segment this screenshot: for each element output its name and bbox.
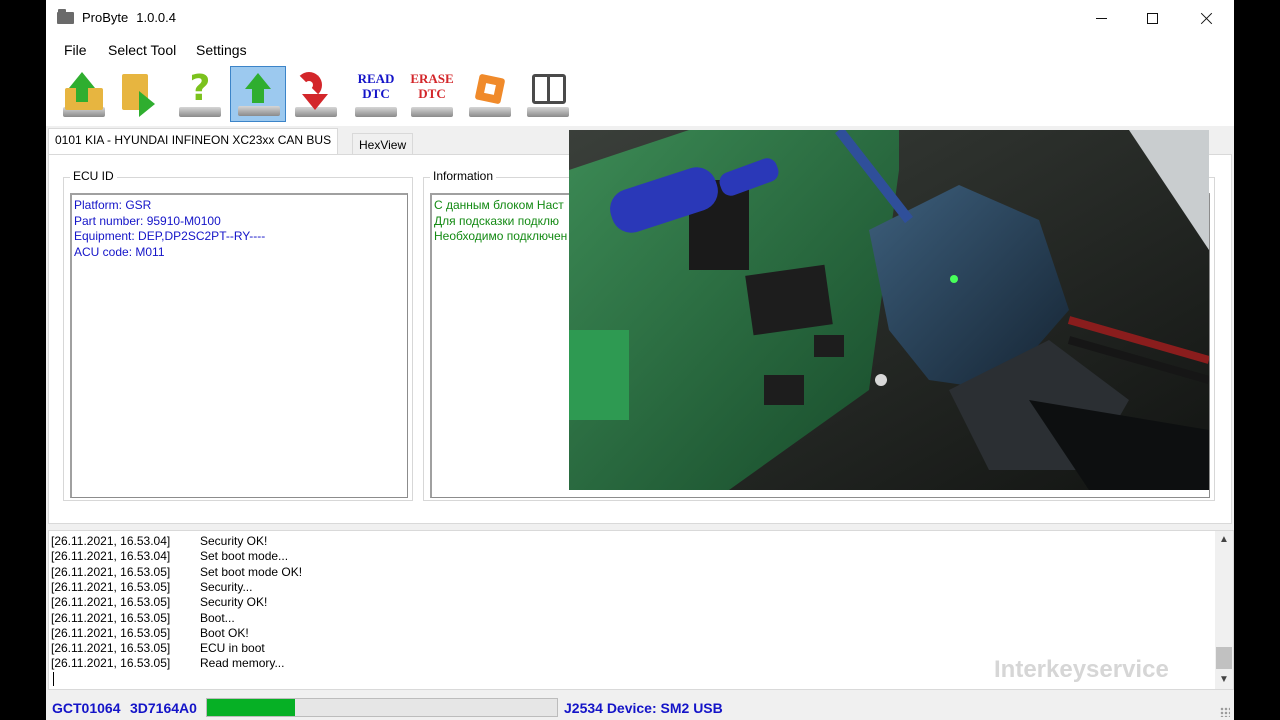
ecu-part-number: Part number: 95910-M0100: [74, 213, 221, 228]
app-window: ProByte 1.0.0.4 File Select Tool Settings…: [46, 0, 1234, 720]
log-message: Set boot mode OK!: [200, 564, 303, 579]
status-id-1: GCT01064: [52, 700, 121, 716]
log-timestamp: [26.11.2021, 16.53.05]: [51, 641, 171, 656]
log-message: Boot OK!: [200, 625, 249, 640]
open-file-button[interactable]: [56, 66, 112, 122]
tab-ecu-protocol[interactable]: 0101 KIA - HYUNDAI INFINEON XC23xx CAN B…: [48, 128, 339, 156]
status-id-2: 3D7164A0: [130, 700, 197, 716]
status-bar: GCT01064 3D7164A0 J2534 Device: SM2 USB: [46, 696, 1234, 720]
log-message: Security...: [200, 579, 253, 594]
read-dtc-button[interactable]: READ DTC: [348, 66, 404, 122]
app-folder-icon: [57, 9, 74, 24]
minimize-icon: [1095, 17, 1107, 19]
progress-fill: [207, 699, 295, 716]
log-message: Set boot mode...: [200, 549, 289, 564]
ecu-id-group: ECU ID Platform: GSR Part number: 95910-…: [63, 169, 413, 501]
scroll-down-icon[interactable]: ▼: [1219, 675, 1229, 685]
ecu-equipment: Equipment: DEP,DP2SC2PT--RY----: [74, 229, 266, 243]
close-button[interactable]: [1183, 0, 1229, 36]
read-button[interactable]: [230, 66, 286, 122]
log-timestamp: [26.11.2021, 16.53.04]: [51, 549, 171, 564]
menu-settings[interactable]: Settings: [196, 42, 247, 58]
save-file-button[interactable]: [114, 66, 170, 122]
chip-icon: [474, 73, 506, 105]
log-timestamp: [26.11.2021, 16.53.05]: [51, 564, 171, 579]
log-timestamp: [26.11.2021, 16.53.05]: [51, 656, 171, 671]
ecu-acu-code: ACU code: M011: [74, 244, 165, 259]
erase-dtc-label-2: DTC: [418, 86, 446, 101]
log-panel[interactable]: [26.11.2021, 16.53.04] Security OK! [26.1…: [48, 530, 1234, 690]
tab-hexview[interactable]: HexView: [352, 133, 414, 155]
toolbar: ? READ DTC ERASE DTC: [46, 62, 1234, 126]
erase-dtc-label-1: ERASE: [410, 71, 454, 86]
log-message: Security OK!: [200, 595, 268, 610]
log-message: ECU in boot: [200, 641, 265, 656]
write-button[interactable]: [288, 66, 344, 122]
resize-grip-icon[interactable]: [1220, 707, 1230, 717]
minimize-button[interactable]: [1078, 0, 1124, 36]
progress-bar: [206, 698, 558, 717]
window-title: ProByte 1.0.0.4: [82, 10, 176, 25]
log-message: Read memory...: [200, 656, 285, 671]
watermark-text: Interkeyservice: [994, 656, 1169, 683]
information-title: Information: [430, 169, 497, 183]
log-timestamp: [26.11.2021, 16.53.05]: [51, 610, 171, 625]
scroll-thumb[interactable]: [1216, 647, 1232, 669]
ecu-board-image: [569, 130, 1209, 490]
menu-select-tool[interactable]: Select Tool: [108, 42, 176, 58]
log-scrollbar[interactable]: ▲ ▼: [1215, 531, 1233, 689]
manual-button[interactable]: [520, 66, 576, 122]
close-icon: [1200, 12, 1213, 25]
read-dtc-label-2: DTC: [362, 86, 390, 101]
read-dtc-label-1: READ: [357, 71, 395, 86]
chip-tool-button[interactable]: [462, 66, 518, 122]
log-message: Security OK!: [200, 534, 268, 548]
maximize-button[interactable]: [1129, 0, 1175, 36]
app-version: 1.0.0.4: [136, 10, 177, 25]
log-timestamp: [26.11.2021, 16.53.05]: [51, 579, 171, 594]
scroll-up-icon[interactable]: ▲: [1219, 535, 1229, 545]
green-arrow-icon: [139, 91, 155, 117]
text-caret: [53, 672, 54, 686]
menu-bar: File Select Tool Settings: [46, 36, 1234, 62]
question-icon: ?: [189, 68, 211, 109]
erase-dtc-button[interactable]: ERASE DTC: [404, 66, 460, 122]
book-icon: [532, 74, 566, 104]
menu-file[interactable]: File: [64, 42, 87, 58]
ecu-id-title: ECU ID: [70, 169, 117, 183]
device-status: J2534 Device: SM2 USB: [564, 700, 723, 716]
app-name: ProByte: [82, 10, 129, 25]
identify-button[interactable]: ?: [172, 66, 228, 122]
ecu-platform: Platform: GSR: [74, 198, 152, 212]
log-message: Boot...: [200, 610, 235, 625]
log-timestamp: [26.11.2021, 16.53.05]: [51, 625, 171, 640]
ecu-id-textbox[interactable]: Platform: GSR Part number: 95910-M0100 E…: [70, 193, 408, 498]
log-timestamp: [26.11.2021, 16.53.05]: [51, 595, 171, 610]
ecu-board-photo: [569, 130, 1209, 490]
title-bar: ProByte 1.0.0.4: [46, 0, 1234, 36]
log-timestamp: [26.11.2021, 16.53.04]: [51, 534, 171, 548]
maximize-icon: [1146, 12, 1158, 24]
